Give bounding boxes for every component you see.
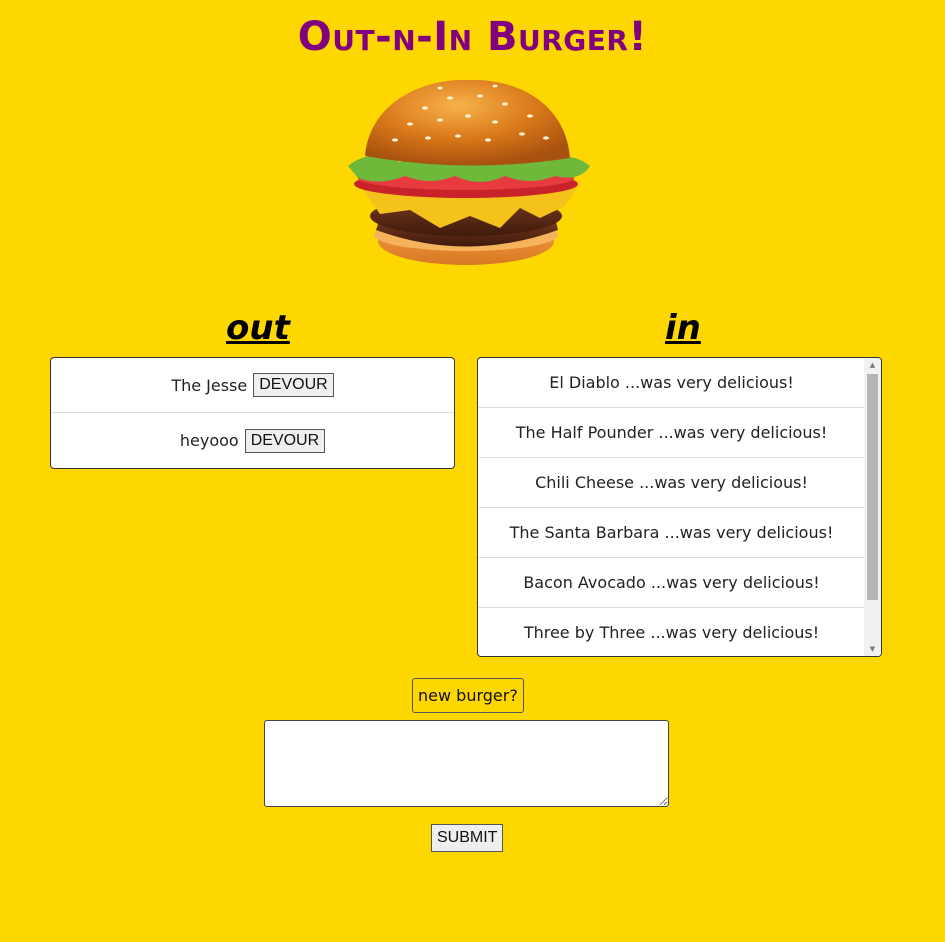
out-burger-list: The Jesse DEVOUR heyooo DEVOUR: [50, 357, 455, 469]
scroll-up-icon[interactable]: ▲: [864, 358, 881, 372]
scroll-thumb[interactable]: [867, 374, 878, 600]
scrollbar[interactable]: ▲ ▼: [864, 358, 881, 656]
scroll-down-icon[interactable]: ▼: [864, 642, 881, 656]
devour-button[interactable]: DEVOUR: [253, 373, 334, 397]
list-item: El Diablo ...was very delicious!: [478, 358, 865, 408]
page-title: Out-n-In Burger!: [297, 14, 648, 60]
list-item: Three by Three ...was very delicious!: [478, 608, 865, 656]
burger-name: The Jesse: [171, 375, 248, 395]
burger-image: [340, 78, 595, 273]
devour-button[interactable]: DEVOUR: [244, 428, 326, 453]
out-column-heading: out: [226, 308, 290, 348]
in-burger-list[interactable]: El Diablo ...was very delicious! The Hal…: [477, 357, 882, 657]
list-item: The Santa Barbara ...was very delicious!: [478, 508, 865, 558]
list-item: Bacon Avocado ...was very delicious!: [478, 558, 865, 608]
new-burger-button[interactable]: new burger?: [412, 678, 524, 713]
submit-button[interactable]: SUBMIT: [431, 824, 504, 852]
burger-icon: [348, 79, 590, 265]
list-item: The Half Pounder ...was very delicious!: [478, 408, 865, 458]
in-column-heading: in: [665, 308, 701, 348]
burger-name-input[interactable]: [264, 720, 669, 807]
list-item: heyooo DEVOUR: [51, 413, 454, 468]
list-item: The Jesse DEVOUR: [51, 358, 454, 413]
list-item: Chili Cheese ...was very delicious!: [478, 458, 865, 508]
burger-name: heyooo: [179, 431, 239, 450]
